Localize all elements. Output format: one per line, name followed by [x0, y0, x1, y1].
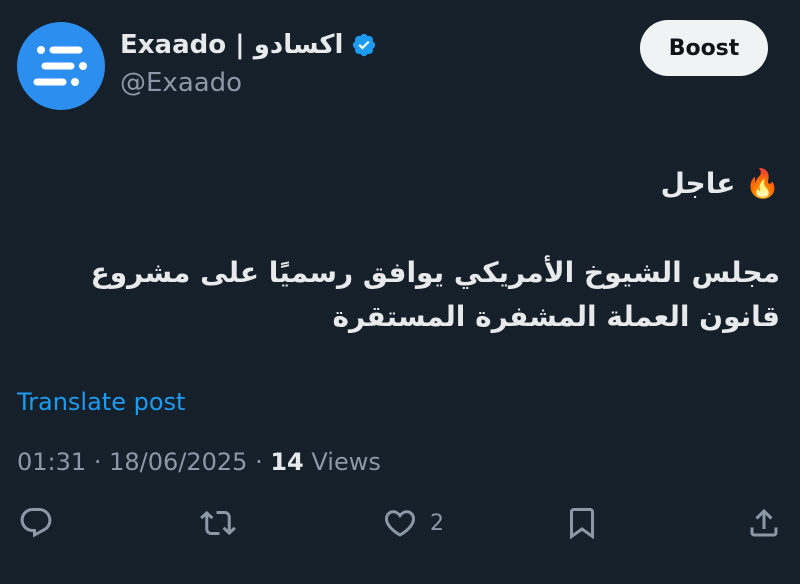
meta-separator: ·	[93, 448, 102, 476]
bookmark-button[interactable]	[564, 505, 600, 541]
views-label: Views	[311, 448, 381, 476]
display-name[interactable]: Exaado | اكسادو	[120, 30, 377, 60]
reply-button[interactable]	[18, 505, 54, 541]
urgent-label: عاجل	[660, 167, 736, 200]
share-icon	[750, 508, 778, 537]
post-meta: 01:31 · 18/06/2025 · 14 Views	[17, 448, 381, 476]
post-date[interactable]: 18/06/2025	[109, 448, 247, 476]
reply-icon	[20, 508, 52, 538]
display-name-text: Exaado | اكسادو	[120, 30, 344, 60]
tweet-urgent-line: 🔥 عاجل	[20, 162, 780, 206]
avatar[interactable]	[17, 22, 105, 110]
exaado-logo-icon	[33, 46, 87, 86]
like-count: 2	[430, 510, 444, 536]
share-button[interactable]	[746, 505, 782, 541]
like-button[interactable]: 2	[382, 505, 444, 541]
fire-icon: 🔥	[745, 167, 780, 200]
action-bar: 2	[0, 505, 800, 553]
post-page: Exaado | اكسادو @Exaado Boost 🔥 عاجل مجل…	[0, 0, 800, 584]
bookmark-icon	[570, 508, 594, 540]
heart-icon	[384, 510, 416, 537]
boost-button[interactable]: Boost	[640, 20, 768, 76]
meta-separator: ·	[255, 448, 263, 476]
translate-post-link[interactable]: Translate post	[17, 388, 185, 416]
views-count: 14	[270, 448, 304, 476]
retweet-button[interactable]	[200, 505, 236, 541]
post-time[interactable]: 01:31	[17, 448, 86, 476]
retweet-icon	[200, 510, 236, 536]
tweet-body: مجلس الشيوخ الأمريكي يوافق رسميًا على مش…	[90, 256, 780, 333]
verified-badge-icon	[353, 33, 376, 57]
user-handle[interactable]: @Exaado	[120, 68, 242, 98]
